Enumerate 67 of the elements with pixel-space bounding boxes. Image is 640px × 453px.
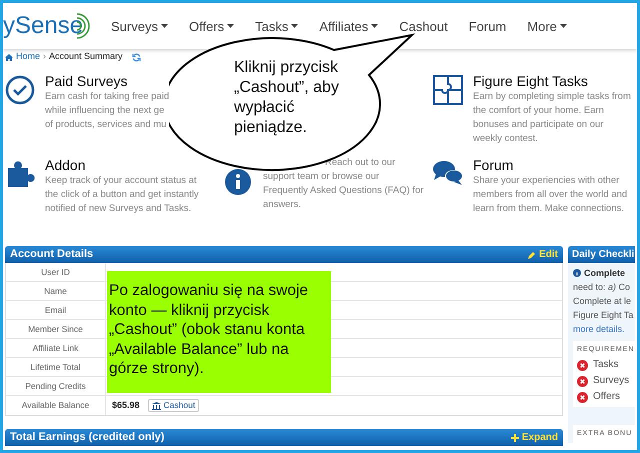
callout-note: Po zalogowaniu się na swoje konto — kliknij przycisk „Cashout” (obok stanu konta „Available Balance” lub na górze strony). (107, 271, 331, 393)
feature-description: the comfort of your home. Earn (473, 104, 605, 118)
nav-link[interactable]: Cashout (399, 20, 448, 32)
checklist-text: Complete (584, 267, 626, 280)
breadcrumb-separator: › (43, 50, 46, 64)
field-label: Affiliate Link (6, 339, 106, 357)
puzzle-piece-icon (5, 159, 35, 189)
puzzle-icon (433, 75, 463, 105)
bank-icon (152, 402, 161, 410)
feature-description: while influencing the next ge (45, 104, 166, 118)
feature-description: Share your experiencies with other (473, 174, 620, 188)
field-label: Lifetime Total (6, 358, 106, 376)
plus-icon (510, 434, 519, 442)
more-details-link[interactable]: more details. (573, 322, 635, 336)
nav-link[interactable]: Surveys (111, 20, 168, 32)
home-icon (5, 54, 13, 60)
field-label: Email (6, 301, 106, 319)
breadcrumb-link[interactable]: Home (16, 50, 40, 64)
panel-title: Account Details (10, 247, 94, 262)
cashout-button[interactable]: Cashout (148, 399, 200, 412)
feature-description: weekly contest. (473, 132, 539, 146)
pencil-icon (528, 250, 536, 258)
feature-description: answers. (263, 198, 302, 212)
checklist-text: Figure Eight Ta (573, 309, 634, 322)
feature-description: Earn by completing simple tasks from (473, 90, 631, 104)
requirement-label: Tasks (593, 358, 619, 372)
feature-description: Frequently Asked Questions (FAQ) for (263, 184, 424, 198)
requirement-label: Offers (593, 390, 620, 404)
check-circle-icon (5, 75, 35, 105)
field-label: Name (6, 282, 106, 300)
feature-description: of products, services and mu (45, 118, 168, 132)
feature-description: Keep track of your account status at (45, 174, 198, 188)
feature-title: Paid Surveys (45, 72, 128, 90)
feature-title: Forum (473, 156, 514, 174)
feature-description: members from all over the world and (473, 188, 628, 202)
checklist-text: Complete at le (573, 295, 632, 308)
feature-description: the click of a button and get instantly (45, 188, 199, 202)
refresh-icon (132, 52, 141, 62)
feature-description: learn from them. Make connections. (473, 202, 626, 216)
panel-title: Total Earnings (credited only) (10, 430, 164, 446)
breadcrumb-current: Account Summary (49, 50, 123, 64)
nav-link[interactable]: Offers (188, 20, 234, 32)
logo[interactable]: ySense (3, 14, 84, 38)
checklist-text: need to: a) Co (573, 281, 630, 294)
nav-link[interactable]: Tasks (255, 20, 298, 32)
feature-title: Figure Eight Tasks (473, 72, 589, 90)
expand-link[interactable]: Expand (510, 430, 558, 445)
field-label: User ID (6, 263, 106, 281)
feature-description: bonuses and participate on our (473, 118, 604, 132)
info-circle-icon (224, 168, 252, 196)
nav-link[interactable]: Affiliates (319, 20, 378, 32)
panel-title: Daily Checkli (572, 248, 634, 262)
chat-bubbles-icon (432, 159, 464, 187)
info-icon (573, 269, 581, 277)
edit-link[interactable]: Edit (528, 247, 558, 262)
feature-description: Earn cash for taking free paid (45, 90, 170, 104)
nav-link[interactable]: Forum (468, 20, 506, 32)
feature-description: support team or browse our (263, 170, 380, 184)
nav-link[interactable]: More (527, 20, 567, 32)
bubble-text: Kliknij przycisk „Cashout”, aby wypłacić pieniądze. (234, 58, 340, 138)
balance-value: $65.98 (112, 398, 140, 412)
field-label: Member Since (6, 320, 106, 338)
feature-title: Addon (45, 156, 86, 174)
feature-description: notified of new Surveys and Tasks. (45, 202, 192, 216)
field-label: Available Balance (6, 396, 106, 415)
requirement-label: Surveys (593, 374, 630, 388)
field-label: Pending Credits (6, 377, 106, 395)
